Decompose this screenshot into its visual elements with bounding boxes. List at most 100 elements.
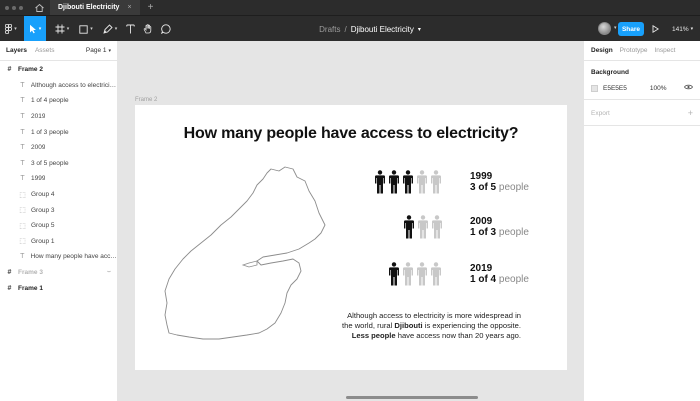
- chevron-down-icon: ▾: [108, 47, 111, 54]
- breadcrumb-drafts[interactable]: Drafts: [319, 25, 340, 34]
- layer-label: Frame 1: [18, 284, 43, 292]
- canvas[interactable]: Frame 2 How many people have access to e…: [118, 41, 583, 401]
- main-menu-button[interactable]: ▾: [0, 16, 22, 42]
- tab-assets[interactable]: Assets: [35, 47, 55, 54]
- stat-unit: people: [498, 182, 529, 193]
- window-controls[interactable]: [0, 0, 28, 15]
- text-icon: T: [20, 253, 25, 261]
- comment-icon: [161, 24, 171, 34]
- shape-tool-button[interactable]: ▾: [74, 16, 98, 42]
- layer-item[interactable]: # Frame 1: [0, 280, 117, 296]
- background-opacity[interactable]: 100%: [650, 85, 667, 92]
- stat-1999[interactable]: 1999 3 of 5 people: [470, 171, 529, 193]
- people-icons-2009[interactable]: [403, 215, 443, 239]
- background-color-value[interactable]: E5E5E5: [603, 85, 627, 92]
- tab-inspect[interactable]: Inspect: [655, 47, 676, 54]
- person-filled-icon: [389, 170, 399, 194]
- layer-item[interactable]: # Frame 2: [0, 62, 117, 78]
- layer-list: # Frame 2 T Although access to electricity.…: [0, 61, 117, 296]
- eye-icon[interactable]: [684, 84, 693, 92]
- stat-year: 1999: [470, 171, 493, 182]
- tab-design[interactable]: Design: [591, 47, 613, 54]
- layer-label: 1999: [31, 175, 46, 183]
- avatar[interactable]: [598, 22, 611, 35]
- frame-2[interactable]: How many people have access to electrici…: [135, 105, 567, 370]
- background-title: Background: [591, 69, 629, 76]
- tab-prototype[interactable]: Prototype: [620, 47, 648, 54]
- caption-line-2-pre: the world, rural: [342, 321, 395, 330]
- infographic-title[interactable]: How many people have access to electrici…: [135, 125, 567, 143]
- file-name[interactable]: Djibouti Electricity: [351, 25, 414, 34]
- caption-text[interactable]: Although access to electricity is more w…: [342, 311, 521, 341]
- comment-tool-button[interactable]: [158, 16, 174, 42]
- hidden-eye-icon[interactable]: ⌣: [107, 269, 111, 276]
- layer-item[interactable]: T 1 of 4 people: [0, 93, 117, 109]
- people-icons-1999[interactable]: [374, 170, 442, 194]
- layer-item[interactable]: T 1 of 3 people: [0, 124, 117, 140]
- pen-tool-button[interactable]: ▾: [98, 16, 122, 42]
- person-empty-icon: [418, 215, 428, 239]
- chevron-down-icon[interactable]: ▾: [614, 25, 617, 31]
- move-tool-button[interactable]: ▾: [24, 16, 46, 42]
- person-filled-icon: [403, 170, 413, 194]
- new-tab-button[interactable]: +: [148, 2, 154, 13]
- layer-item[interactable]: # Frame 3 ⌣: [0, 265, 117, 281]
- stat-ratio: 1 of 3: [470, 227, 497, 238]
- layer-label: 1 of 4 people: [31, 97, 69, 105]
- layer-label: 2019: [31, 113, 46, 121]
- djibouti-map-outline[interactable]: [159, 161, 329, 341]
- stat-2009[interactable]: 2009 1 of 3 people: [470, 216, 529, 238]
- background-row: E5E5E5 100%: [591, 84, 693, 92]
- people-icons-2019[interactable]: [388, 262, 442, 286]
- share-button[interactable]: Share: [618, 22, 644, 36]
- caption-less-people: Less people: [351, 331, 396, 340]
- browser-tab-bar: Djibouti Electricity × +: [0, 0, 700, 15]
- horizontal-scrollbar[interactable]: [346, 396, 478, 399]
- layer-item[interactable]: ⬚ Group 4: [0, 187, 117, 203]
- stat-unit: people: [498, 274, 529, 285]
- left-panel-tabs: Layers Assets Page 1 ▾: [0, 41, 117, 61]
- stat-2019[interactable]: 2019 1 of 4 people: [470, 263, 529, 285]
- layer-item[interactable]: ⬚ Group 1: [0, 234, 117, 250]
- layer-label: Frame 2: [18, 66, 43, 74]
- layer-item[interactable]: T 3 of 5 people: [0, 156, 117, 172]
- pen-icon: [103, 24, 113, 34]
- layer-item[interactable]: T 2019: [0, 109, 117, 125]
- frame-tool-button[interactable]: ▾: [50, 16, 74, 42]
- layer-label: 2009: [31, 144, 46, 152]
- stat-year: 2019: [470, 263, 493, 274]
- text-icon: [125, 24, 135, 34]
- color-swatch[interactable]: [591, 84, 598, 92]
- caption-line-1: Although access to electricity is more w…: [347, 311, 521, 320]
- group-icon: ⬚: [19, 207, 26, 215]
- layer-label: 1 of 3 people: [31, 128, 69, 136]
- stat-ratio: 3 of 5: [470, 182, 497, 193]
- layer-label: Group 5: [31, 222, 55, 230]
- layer-item[interactable]: T 1999: [0, 171, 117, 187]
- layer-item[interactable]: T How many people have acces...: [0, 249, 117, 265]
- breadcrumb: Drafts / Djibouti Electricity ▾: [290, 16, 450, 42]
- export-title: Export: [591, 109, 610, 117]
- layer-item[interactable]: T 2009: [0, 140, 117, 156]
- hand-tool-button[interactable]: [140, 16, 156, 42]
- frame-label[interactable]: Frame 2: [135, 97, 157, 103]
- layer-item[interactable]: ⬚ Group 3: [0, 202, 117, 218]
- close-icon[interactable]: ×: [127, 4, 131, 11]
- page-selector[interactable]: Page 1 ▾: [86, 47, 111, 54]
- group-icon: ⬚: [19, 222, 26, 230]
- layer-label: Group 4: [31, 191, 55, 199]
- tab-layers[interactable]: Layers: [6, 47, 27, 54]
- file-tab[interactable]: Djibouti Electricity ×: [50, 0, 140, 15]
- toolbar: ▾ ▾ ▾ ▾ ▾ Drafts / Djibouti Electricity …: [0, 15, 700, 42]
- zoom-level: 141%: [672, 25, 689, 33]
- present-button[interactable]: [652, 22, 662, 36]
- layer-item[interactable]: T Although access to electricity...: [0, 78, 117, 94]
- plus-icon[interactable]: +: [688, 108, 693, 118]
- frame-icon: #: [7, 284, 12, 292]
- person-filled-icon: [404, 215, 414, 239]
- layer-item[interactable]: ⬚ Group 5: [0, 218, 117, 234]
- home-icon[interactable]: [28, 0, 50, 15]
- text-tool-button[interactable]: [122, 16, 138, 42]
- chevron-down-icon[interactable]: ▾: [418, 26, 421, 33]
- zoom-control[interactable]: 141% ▾: [672, 22, 693, 36]
